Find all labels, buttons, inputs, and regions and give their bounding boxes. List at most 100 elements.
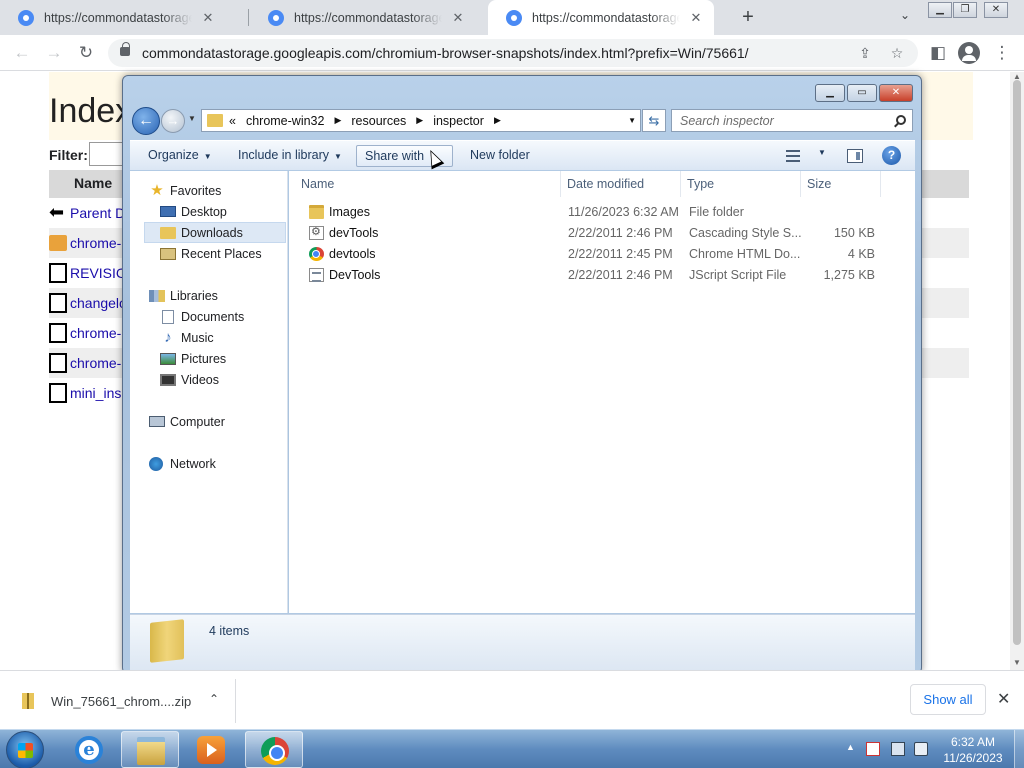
show-all-button[interactable]: Show all — [910, 684, 986, 715]
file-name[interactable]: Images — [329, 205, 370, 219]
explorer-address-bar[interactable]: « chrome-win32 ▶ resources ▶ inspector ▶… — [201, 109, 641, 132]
action-center-icon[interactable] — [866, 742, 880, 756]
nav-recent-places[interactable]: Recent Places — [160, 243, 262, 264]
tab-close-icon[interactable]: ✕ — [450, 10, 466, 26]
download-item[interactable]: Win_75661_chrom....zip ⌃ — [10, 679, 236, 723]
tab-close-icon[interactable]: ✕ — [200, 10, 216, 26]
scrollbar-thumb[interactable] — [1013, 80, 1021, 645]
forward-arrow-icon[interactable]: → — [161, 109, 185, 133]
column-header-name[interactable]: Name — [295, 171, 561, 197]
share-icon[interactable]: ⇪ — [856, 44, 874, 62]
network-status-icon[interactable] — [891, 742, 905, 756]
browser-tab-3[interactable]: https://commondatastorage.goo ✕ — [488, 0, 714, 35]
breadcrumb-resources[interactable]: resources — [351, 114, 406, 128]
nav-label: Videos — [181, 372, 219, 387]
tab-search-icon[interactable]: ⌄ — [896, 8, 914, 26]
breadcrumb-chrome-win32[interactable]: chrome-win32 — [246, 114, 325, 128]
download-filename[interactable]: Win_75661_chrom....zip — [51, 694, 191, 709]
listing-link[interactable]: chrome- — [70, 235, 121, 251]
restore-icon[interactable]: ❐ — [953, 2, 977, 18]
address-dropdown-icon[interactable]: ▼ — [628, 116, 636, 125]
nav-desktop[interactable]: Desktop — [160, 201, 227, 222]
nav-libraries[interactable]: Libraries — [149, 285, 218, 306]
omnibox[interactable]: commondatastorage.googleapis.com/chromiu… — [108, 39, 918, 67]
side-panel-icon[interactable]: ◧ — [926, 41, 950, 65]
include-in-library-button[interactable]: Include in library ▼ — [230, 145, 348, 167]
taskbar-media-player[interactable] — [182, 731, 240, 768]
refresh-icon[interactable]: ⇆ — [642, 109, 666, 132]
nav-music[interactable]: ♪ Music — [160, 327, 213, 348]
chevron-up-icon[interactable]: ⌃ — [209, 692, 219, 706]
file-name[interactable]: devtools — [329, 247, 376, 261]
preview-pane-icon[interactable] — [847, 149, 863, 163]
forward-arrow-icon[interactable]: → — [42, 41, 66, 65]
back-arrow-icon[interactable]: ← — [132, 107, 160, 135]
computer-icon — [149, 416, 165, 427]
close-icon[interactable]: ✕ — [879, 84, 913, 102]
breadcrumb-arrow-icon[interactable]: ▶ — [416, 115, 423, 126]
nav-computer[interactable]: Computer — [149, 411, 225, 432]
new-folder-button[interactable]: New folder — [462, 145, 536, 167]
breadcrumb-inspector[interactable]: inspector — [433, 114, 484, 128]
breadcrumb-arrow-icon[interactable]: ▶ — [334, 115, 341, 126]
maximize-icon[interactable]: ▭ — [847, 84, 877, 102]
organize-button[interactable]: Organize ▼ — [140, 145, 218, 167]
column-header-date-modified[interactable]: Date modified — [561, 171, 681, 197]
listing-link[interactable]: mini_ins — [70, 385, 121, 401]
column-header-type[interactable]: Type — [681, 171, 801, 197]
search-icon[interactable] — [896, 115, 906, 125]
chevron-down-icon[interactable]: ▼ — [818, 148, 826, 157]
url-text[interactable]: commondatastorage.googleapis.com/chromiu… — [142, 45, 749, 61]
new-tab-button[interactable]: + — [737, 5, 759, 29]
start-button[interactable] — [6, 731, 44, 768]
system-clock[interactable]: 6:32 AM 11/26/2023 — [938, 734, 1008, 766]
profile-avatar[interactable] — [958, 42, 980, 64]
listing-link[interactable]: chrome- — [70, 325, 121, 341]
scroll-down-icon[interactable]: ▼ — [1013, 658, 1021, 667]
search-input[interactable]: Search inspector — [671, 109, 913, 132]
nav-pictures[interactable]: Pictures — [160, 348, 226, 369]
site-favicon-icon — [506, 9, 522, 26]
lock-icon[interactable] — [120, 42, 130, 56]
taskbar-internet-explorer[interactable]: e — [60, 731, 118, 768]
nav-downloads[interactable]: Downloads — [144, 222, 286, 243]
show-hidden-icons-icon[interactable]: ▲ — [846, 742, 855, 752]
change-view-icon[interactable] — [786, 150, 800, 162]
minimize-icon[interactable]: ▁ — [815, 84, 845, 102]
nav-label: Libraries — [170, 288, 218, 303]
breadcrumb-overflow[interactable]: « — [229, 114, 236, 128]
nav-documents[interactable]: Documents — [160, 306, 244, 327]
minimize-icon[interactable]: ▁ — [928, 2, 952, 18]
reload-icon[interactable]: ↻ — [74, 41, 98, 65]
browser-tab-2[interactable]: https://commondatastorage.goo ✕ — [250, 0, 476, 35]
listing-link[interactable]: REVISIC — [70, 265, 126, 281]
close-window-icon[interactable]: ✕ — [984, 2, 1008, 18]
listing-link[interactable]: chrome- — [70, 355, 121, 371]
browser-tab-1[interactable]: https://commondatastorage.goo ✕ — [0, 0, 226, 35]
menu-kebab-icon[interactable]: ⋮ — [990, 41, 1014, 65]
file-row[interactable]: Images 11/26/2023 6:32 AM File folder — [289, 202, 915, 223]
file-name[interactable]: devTools — [329, 226, 378, 240]
file-row[interactable]: devtools 2/22/2011 2:45 PM Chrome HTML D… — [289, 244, 915, 265]
nav-network[interactable]: Network — [149, 453, 216, 474]
column-header-size[interactable]: Size — [801, 171, 881, 197]
taskbar-windows-explorer[interactable] — [121, 731, 179, 768]
listing-link[interactable]: changelo — [70, 295, 127, 311]
bookmark-star-icon[interactable]: ☆ — [888, 44, 906, 62]
breadcrumb-arrow-icon[interactable]: ▶ — [494, 115, 501, 126]
taskbar-chrome[interactable] — [245, 731, 303, 768]
tab-close-icon[interactable]: ✕ — [688, 10, 704, 26]
volume-muted-icon[interactable] — [914, 742, 928, 756]
help-icon[interactable]: ? — [882, 146, 901, 165]
file-name[interactable]: DevTools — [329, 268, 380, 282]
file-row[interactable]: DevTools 2/22/2011 2:46 PM JScript Scrip… — [289, 265, 915, 286]
show-desktop-button[interactable] — [1014, 730, 1024, 768]
page-scrollbar[interactable]: ▲ ▼ — [1010, 72, 1024, 670]
recent-locations-chevron-icon[interactable]: ▼ — [188, 114, 196, 123]
file-row[interactable]: devTools 2/22/2011 2:46 PM Cascading Sty… — [289, 223, 915, 244]
listing-link[interactable]: Parent D — [70, 205, 125, 221]
nav-favorites[interactable]: ★ Favorites — [149, 180, 221, 201]
close-icon[interactable]: ✕ — [997, 689, 1010, 709]
nav-videos[interactable]: Videos — [160, 369, 219, 390]
back-arrow-icon[interactable]: ← — [10, 41, 34, 65]
